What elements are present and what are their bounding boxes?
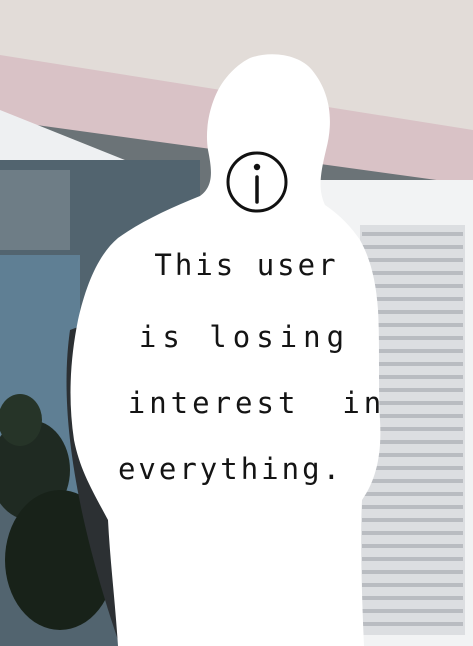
shutter-slat bbox=[362, 544, 463, 548]
photo-scene: // placeholder (slats drawn by script be… bbox=[0, 0, 473, 646]
shutter-slat bbox=[362, 583, 463, 587]
message-line-3: interest in bbox=[127, 386, 386, 420]
shutter-slat bbox=[362, 284, 463, 288]
shutter-slat bbox=[362, 570, 463, 574]
shutter-slat bbox=[362, 622, 463, 626]
shutter-slat bbox=[362, 609, 463, 613]
message-line-4: everything. bbox=[117, 452, 344, 486]
shutter-slat bbox=[362, 596, 463, 600]
shutter-slat bbox=[362, 505, 463, 509]
shutter-slat bbox=[362, 557, 463, 561]
upper-wall bbox=[0, 170, 70, 250]
shutter-slat bbox=[362, 492, 463, 496]
shutter-slat bbox=[362, 531, 463, 535]
shutter-slat bbox=[362, 232, 463, 236]
shutter-slat bbox=[362, 518, 463, 522]
message-line-1: This user bbox=[154, 248, 339, 282]
message-line-2: is losing bbox=[138, 320, 351, 354]
